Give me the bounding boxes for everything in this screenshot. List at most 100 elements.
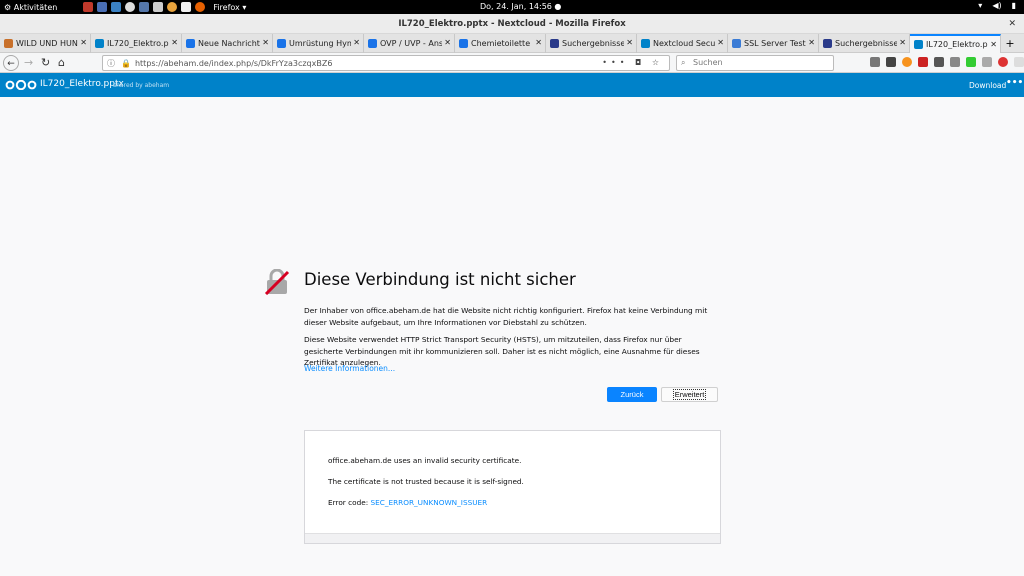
tab-label: Nextcloud Secu	[653, 39, 715, 48]
library-icon[interactable]	[870, 57, 880, 67]
more-actions-button[interactable]: •••	[1006, 78, 1023, 88]
window-title: IL720_Elektro.pptx - Nextcloud - Mozilla…	[398, 19, 626, 29]
screenshot-icon[interactable]	[950, 57, 960, 67]
files-icon[interactable]	[97, 2, 108, 12]
system-top-bar: ⚙ Aktivitäten Firefox ▾ Do, 24. Jan, 14:…	[0, 0, 1024, 14]
thunderbird-icon[interactable]	[111, 2, 122, 12]
tab-close-icon[interactable]: ✕	[171, 38, 178, 47]
reload-button[interactable]: ↻	[41, 55, 50, 71]
chat-icon[interactable]	[886, 57, 896, 67]
url-bar[interactable]: ⓘ 🔒 https://abeham.de/index.php/s/DkFrYz…	[102, 55, 670, 71]
tab-label: OVP / UVP - Ans	[380, 39, 442, 48]
shared-file-name: IL720_Elektro.pptx	[40, 79, 124, 89]
browser-tab[interactable]: IL720_Elektro.ppt✕	[91, 34, 182, 53]
self-signed-text: The certificate is not trusted because i…	[328, 477, 524, 486]
firefox-dock-icon[interactable]	[195, 2, 206, 12]
window-close-button[interactable]: ✕	[1008, 14, 1016, 34]
chrome-icon[interactable]	[167, 2, 178, 12]
error-code-line: Error code: SEC_ERROR_UNKNOWN_ISSUER	[328, 498, 487, 507]
extension-red-icon[interactable]	[998, 57, 1008, 67]
go-back-button[interactable]: Zurück	[607, 387, 657, 402]
tab-label: Chemietoilette ra	[471, 39, 533, 48]
tab-close-icon[interactable]: ✕	[353, 38, 360, 47]
tab-strip: WILD UND HUN✕IL720_Elektro.ppt✕Neue Nach…	[0, 34, 1024, 53]
advanced-panel-footer	[305, 533, 720, 543]
search-placeholder: Suchen	[693, 58, 723, 67]
error-description: Der Inhaber von office.abeham.de hat die…	[304, 306, 708, 327]
network-icon[interactable]: ▾	[978, 1, 982, 10]
extension-grey-icon[interactable]	[982, 57, 992, 67]
tab-label: SSL Server Test	[744, 39, 806, 48]
system-bar-left: ⚙ Aktivitäten Firefox ▾	[4, 2, 246, 12]
url-text[interactable]: https://abeham.de/index.php/s/DkFrYza3cz…	[135, 59, 332, 68]
info-icon[interactable]: ⓘ	[107, 58, 115, 69]
bitcoin-icon[interactable]	[902, 57, 912, 67]
tab-favicon-icon	[732, 39, 741, 48]
browser-tab[interactable]: Umrüstung Hym ✕	[273, 34, 364, 53]
forward-button[interactable]: →	[24, 55, 33, 71]
error-code-link[interactable]: SEC_ERROR_UNKNOWN_ISSUER	[370, 498, 487, 507]
activities-button[interactable]: ⚙ Aktivitäten	[4, 3, 57, 12]
text-editor-icon[interactable]	[153, 2, 164, 12]
advanced-panel: office.abeham.de uses an invalid securit…	[304, 430, 721, 544]
error-title: Diese Verbindung ist nicht sicher	[304, 270, 576, 289]
app-menu-firefox[interactable]: Firefox ▾	[213, 3, 246, 12]
system-tray[interactable]: ▾ ◀) ▮	[978, 1, 1016, 10]
tab-label: Umrüstung Hym	[289, 39, 351, 48]
tab-favicon-icon	[95, 39, 104, 48]
mail-icon[interactable]	[83, 2, 94, 12]
document-icon[interactable]	[139, 2, 150, 12]
tab-favicon-icon	[823, 39, 832, 48]
tab-favicon-icon	[186, 39, 195, 48]
nextcloud-header: IL720_Elektro.pptx shared by abeham Down…	[0, 73, 1024, 97]
shared-by-text: shared by abeham	[113, 82, 170, 89]
tab-label: WILD UND HUN	[16, 39, 78, 48]
tab-close-icon[interactable]: ✕	[444, 38, 451, 47]
extension-light-icon[interactable]	[1014, 57, 1024, 67]
tab-label: Suchergebnisse	[835, 39, 897, 48]
browser-tab[interactable]: Suchergebnisse ✕	[819, 34, 910, 53]
tab-label: IL720_Elektro.pp	[926, 40, 988, 49]
search-icon: ⌕	[681, 58, 686, 67]
browser-tab[interactable]: SSL Server Test ✕	[728, 34, 819, 53]
navigation-toolbar: ← → ↻ ⌂ ⓘ 🔒 https://abeham.de/index.php/…	[0, 53, 1024, 73]
browser-tab[interactable]: WILD UND HUN ✕	[0, 34, 91, 53]
pocket-icon[interactable]	[918, 57, 928, 67]
settings-icon[interactable]	[125, 2, 136, 12]
learn-more-link[interactable]: Weitere Informationen...	[304, 364, 395, 373]
tab-close-icon[interactable]: ✕	[899, 38, 906, 47]
tab-close-icon[interactable]: ✕	[80, 38, 87, 47]
tab-close-icon[interactable]: ✕	[535, 38, 542, 47]
tab-favicon-icon	[459, 39, 468, 48]
tab-close-icon[interactable]: ✕	[626, 38, 633, 47]
home-button[interactable]: ⌂	[58, 55, 65, 71]
browser-tab[interactable]: IL720_Elektro.pp ✕	[910, 34, 1001, 53]
page-actions[interactable]: ••• ◘ ☆	[602, 58, 663, 67]
new-tab-button[interactable]: +	[1001, 34, 1019, 52]
tab-close-icon[interactable]: ✕	[990, 40, 997, 49]
browser-tab[interactable]: Suchergebnisse ✕	[546, 34, 637, 53]
browser-tab[interactable]: OVP / UVP - Ans ✕	[364, 34, 455, 53]
tab-favicon-icon	[641, 39, 650, 48]
browser-tab[interactable]: Nextcloud Secu ✕	[637, 34, 728, 53]
tab-close-icon[interactable]: ✕	[717, 38, 724, 47]
browser-tab[interactable]: Neue Nachricht ✕	[182, 34, 273, 53]
tab-close-icon[interactable]: ✕	[808, 38, 815, 47]
browser-tab[interactable]: Chemietoilette ra✕	[455, 34, 546, 53]
sidebar-icon[interactable]	[934, 57, 944, 67]
battery-icon[interactable]: ▮	[1012, 1, 1016, 10]
volume-icon[interactable]: ◀)	[992, 1, 1001, 10]
invalid-certificate-text: office.abeham.de uses an invalid securit…	[328, 456, 522, 465]
search-bar[interactable]: ⌕ Suchen	[676, 55, 834, 71]
tab-favicon-icon	[550, 39, 559, 48]
advanced-button[interactable]: Erweitert	[661, 387, 718, 402]
back-button[interactable]: ←	[3, 55, 19, 71]
extension-green-icon[interactable]	[966, 57, 976, 67]
lock-icon[interactable]: 🔒	[121, 59, 131, 68]
nextcloud-logo-icon[interactable]	[5, 80, 37, 90]
download-button[interactable]: Download	[969, 81, 1006, 90]
tab-label: Neue Nachricht	[198, 39, 260, 48]
notes-icon[interactable]	[181, 2, 192, 12]
tab-close-icon[interactable]: ✕	[262, 38, 269, 47]
clock[interactable]: Do, 24. Jan, 14:56 ●	[480, 2, 561, 11]
